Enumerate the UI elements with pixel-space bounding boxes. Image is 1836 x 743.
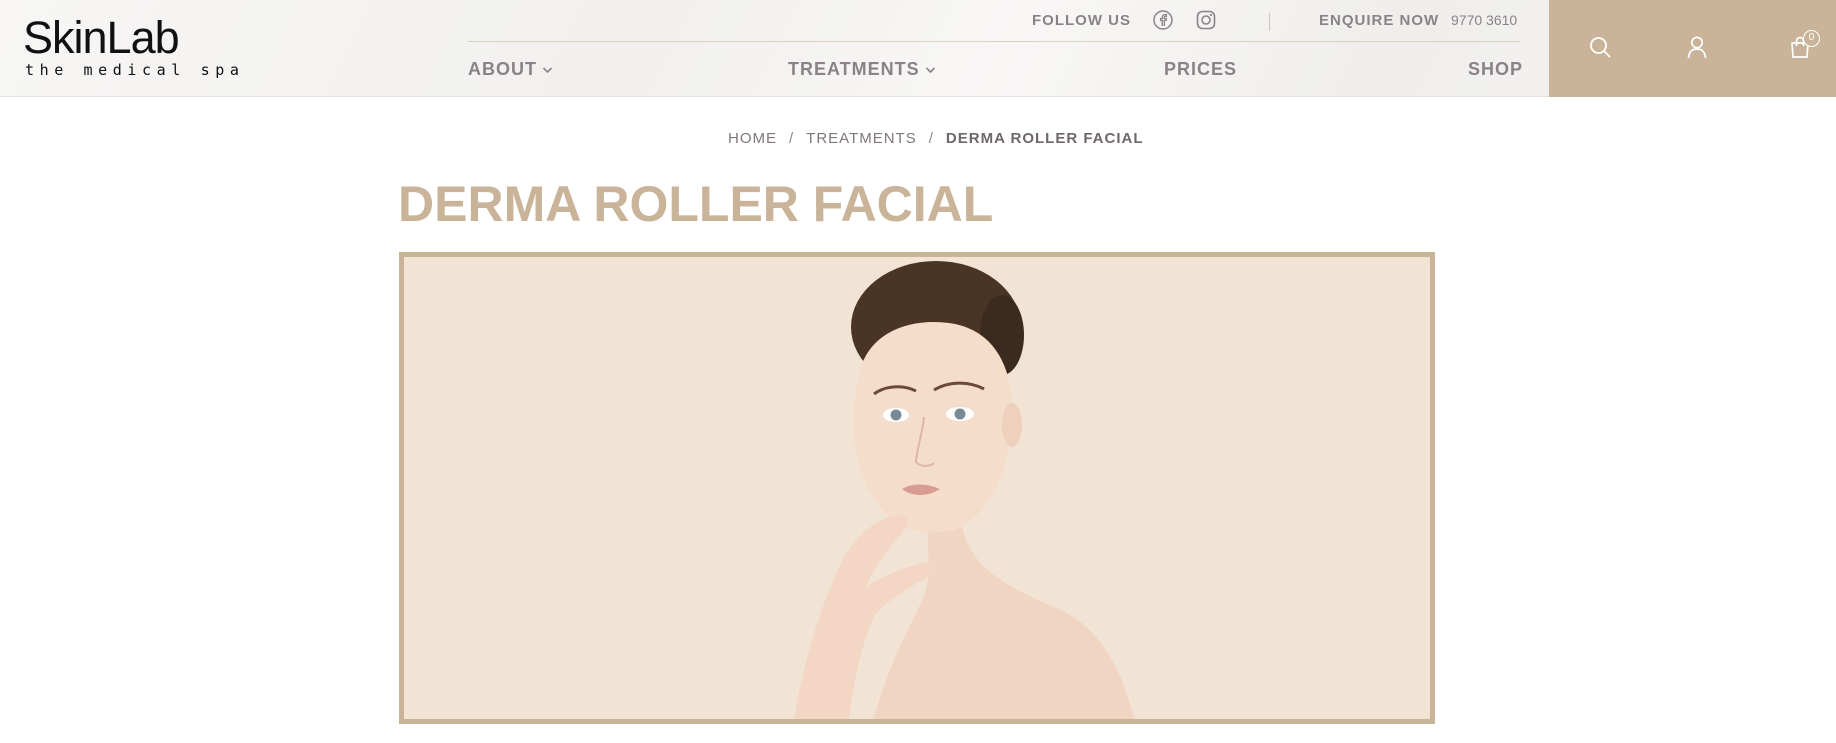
facebook-icon[interactable]: [1152, 9, 1174, 31]
logo-tagline: the medical spa: [25, 61, 245, 79]
breadcrumb-treatments[interactable]: TREATMENTS: [806, 130, 917, 147]
hero-image: [399, 252, 1435, 724]
nav-item-label: TREATMENTS: [788, 59, 920, 79]
breadcrumb-current: DERMA ROLLER FACIAL: [945, 130, 1144, 147]
chevron-down-icon: [925, 66, 935, 73]
enquire-now-link[interactable]: ENQUIRE NOW: [1319, 12, 1439, 29]
chevron-down-icon: [542, 66, 553, 73]
account-button[interactable]: [1682, 32, 1712, 62]
cart-button[interactable]: 0: [1785, 30, 1820, 62]
breadcrumb-separator: /: [928, 130, 934, 147]
nav-item-prices[interactable]: PRICES: [1164, 59, 1237, 80]
cart-count-badge: 0: [1803, 30, 1820, 47]
logo[interactable]: SkinLab the medical spa: [23, 12, 253, 80]
header-actions: 0: [1549, 0, 1836, 97]
user-icon: [1687, 36, 1707, 59]
nav-item-about[interactable]: ABOUT: [468, 59, 553, 80]
woman-portrait-image: [794, 261, 1134, 719]
logo-wordmark: SkinLab: [23, 12, 180, 63]
nav-item-label: ABOUT: [468, 59, 537, 79]
breadcrumb-home[interactable]: HOME: [728, 130, 777, 147]
phone-number[interactable]: 9770 3610: [1451, 12, 1517, 28]
site-header: SkinLab the medical spa FOLLOW US ENQUIR…: [0, 0, 1836, 97]
instagram-icon[interactable]: [1195, 9, 1217, 31]
follow-us-label: FOLLOW US: [1032, 12, 1131, 29]
separator: [1269, 13, 1270, 31]
nav-item-label: PRICES: [1164, 59, 1238, 79]
nav-item-label: SHOP: [1468, 59, 1524, 79]
nav-item-treatments[interactable]: TREATMENTS: [788, 59, 936, 80]
top-bar: FOLLOW US ENQUIRE NOW 9770 3610: [468, 0, 1520, 42]
nav-item-shop[interactable]: SHOP: [1468, 59, 1523, 80]
breadcrumb-separator: /: [789, 130, 795, 147]
search-icon: [1590, 37, 1611, 58]
search-button[interactable]: [1585, 32, 1615, 62]
page-title: DERMA ROLLER FACIAL: [398, 176, 994, 232]
